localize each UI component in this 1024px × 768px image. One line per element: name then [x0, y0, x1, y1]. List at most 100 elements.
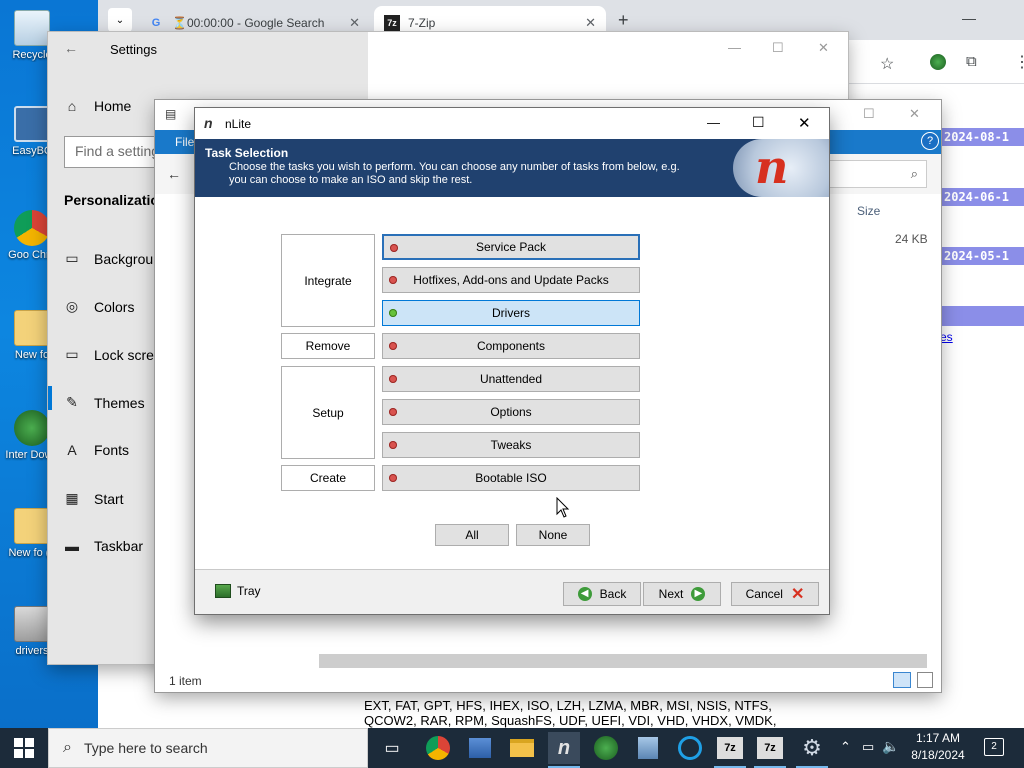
group-label: Create [309, 471, 347, 485]
google-icon: G [151, 17, 161, 29]
setup-taskbar-icon[interactable] [632, 732, 664, 764]
task-tweaks-button[interactable]: Tweaks [382, 432, 640, 458]
search-placeholder: Type here to search [83, 740, 208, 756]
edge-taskbar-icon[interactable] [674, 732, 706, 764]
help-icon[interactable]: ? [921, 132, 939, 150]
date-badge: 2024-06-1 [938, 188, 1024, 206]
back-arrow-icon: ◀ [577, 587, 592, 601]
idm-icon [14, 410, 50, 446]
group-integrate-button[interactable]: Integrate [281, 234, 375, 327]
settings-home[interactable]: ⌂ Home [64, 98, 132, 114]
task-view-icon[interactable]: ▭ [376, 732, 408, 764]
status-dot-icon [389, 474, 397, 482]
select-all-button[interactable]: All [435, 524, 509, 546]
task-options-button[interactable]: Options [382, 399, 640, 425]
back-button[interactable]: ◀ Back [563, 582, 641, 606]
settings-item-themes[interactable]: ✎ Themes [64, 394, 144, 411]
back-arrow-icon[interactable]: ← [64, 40, 78, 56]
minimize-icon[interactable]: — [707, 115, 720, 130]
task-components-button[interactable]: Components [382, 333, 640, 359]
large-icons-view-icon[interactable] [917, 672, 933, 688]
task-service-pack-button[interactable]: Service Pack [382, 234, 640, 260]
start-button[interactable] [14, 738, 34, 758]
maximize-icon[interactable]: ☐ [772, 40, 784, 56]
taskbar-clock[interactable]: 1:17 AM 8/18/2024 [900, 730, 976, 764]
file-size-value: 24 KB [895, 232, 928, 246]
extension-idm-icon[interactable] [930, 54, 946, 70]
task-hotfixes-button[interactable]: Hotfixes, Add-ons and Update Packs [382, 267, 640, 293]
close-icon[interactable]: ✕ [798, 114, 811, 132]
desktop-icon-label: Recycle [12, 49, 52, 61]
home-icon: ⌂ [67, 98, 77, 114]
settings-item-start[interactable]: ▦ Start [64, 490, 123, 507]
group-label: Remove [305, 339, 351, 353]
search-icon: ⌕ [910, 166, 918, 181]
notification-center-icon[interactable]: 2 [984, 738, 1004, 756]
close-icon[interactable]: ✕ [818, 40, 829, 56]
file-explorer-taskbar-icon[interactable] [506, 732, 538, 764]
network-app-taskbar-icon[interactable] [464, 732, 496, 764]
details-view-icon[interactable] [893, 672, 911, 688]
settings-gear-icon: ⚙ [802, 735, 822, 760]
back-arrow-icon[interactable]: ← [167, 166, 181, 182]
minimize-icon[interactable]: — [728, 40, 741, 55]
task-bootable-iso-button[interactable]: Bootable ISO [382, 465, 640, 491]
tray-button[interactable]: Tray [215, 584, 261, 598]
edge-icon [678, 736, 702, 760]
taskbar-icon: ▬ [65, 538, 79, 554]
minimize-button[interactable]: — [962, 10, 976, 26]
button-label: Cancel [745, 587, 783, 601]
close-icon[interactable]: ✕ [585, 15, 596, 31]
close-icon[interactable]: ✕ [909, 106, 920, 122]
column-header-size[interactable]: Size [857, 204, 880, 218]
7zip-taskbar-icon-1[interactable]: 7z [714, 732, 746, 768]
idm-taskbar-icon[interactable] [590, 732, 622, 764]
date-badge: 2024-08-1 [938, 128, 1024, 146]
lock-screen-icon: ▭ [65, 346, 79, 362]
extensions-puzzle-icon[interactable]: ⧉ [966, 53, 977, 70]
group-label: Integrate [304, 273, 352, 288]
task-drivers-button[interactable]: Drivers [382, 300, 640, 326]
group-create-button[interactable]: Create [281, 465, 375, 491]
volume-muted-icon[interactable]: 🔈 [882, 738, 899, 755]
settings-taskbar-icon[interactable]: ⚙ [796, 732, 828, 768]
select-none-button[interactable]: None [516, 524, 590, 546]
status-dot-icon [389, 342, 397, 350]
explorer-title-icon: ▤ [165, 107, 177, 121]
settings-item-background[interactable]: ▭ Background [64, 250, 168, 267]
mouse-cursor-icon [556, 497, 570, 518]
settings-item-taskbar[interactable]: ▬ Taskbar [64, 538, 143, 554]
chevron-up-icon[interactable]: ⌃ [840, 739, 851, 755]
tab-search-button[interactable]: ⌄ [108, 8, 132, 32]
nlite-logo-icon: n [204, 115, 213, 131]
network-icon[interactable]: ▭ [862, 739, 874, 755]
taskbar-search-input[interactable]: ⌕ Type here to search [48, 728, 368, 768]
more-menu-icon[interactable]: ⋮ [1014, 52, 1024, 72]
group-remove-button[interactable]: Remove [281, 333, 375, 359]
cancel-button[interactable]: Cancel ✕ [731, 582, 819, 606]
search-icon: ⌕ [63, 739, 72, 756]
chrome-taskbar-icon[interactable] [422, 732, 454, 764]
horizontal-scrollbar[interactable] [319, 654, 927, 668]
settings-item-lock-screen[interactable]: ▭ Lock screen [64, 346, 169, 363]
desktop-icon-label: EasyBC [12, 145, 52, 157]
page-link[interactable]: es [940, 330, 953, 344]
nlite-taskbar-icon[interactable]: n [548, 732, 580, 768]
maximize-icon[interactable]: ☐ [752, 114, 765, 131]
7zip-taskbar-icon-2[interactable]: 7z [754, 732, 786, 768]
settings-item-colors[interactable]: ◎ Colors [64, 298, 135, 315]
bookmark-star-icon[interactable]: ☆ [880, 54, 894, 74]
group-label: Setup [312, 405, 344, 420]
start-icon: ▦ [65, 490, 79, 506]
new-tab-button[interactable]: + [618, 10, 629, 31]
task-label: Hotfixes, Add-ons and Update Packs [413, 273, 609, 287]
maximize-icon[interactable]: ☐ [863, 106, 875, 122]
close-icon[interactable]: ✕ [349, 15, 360, 31]
next-button[interactable]: Next ▶ [643, 582, 721, 606]
settings-item-fonts[interactable]: A Fonts [64, 442, 129, 458]
ribbon-tab-file[interactable]: File [175, 135, 194, 149]
task-unattended-button[interactable]: Unattended [382, 366, 640, 392]
group-setup-button[interactable]: Setup [281, 366, 375, 459]
nlite-footer: Tray ◀ Back Next ▶ Cancel ✕ [195, 569, 829, 614]
status-dot-icon [389, 309, 397, 317]
